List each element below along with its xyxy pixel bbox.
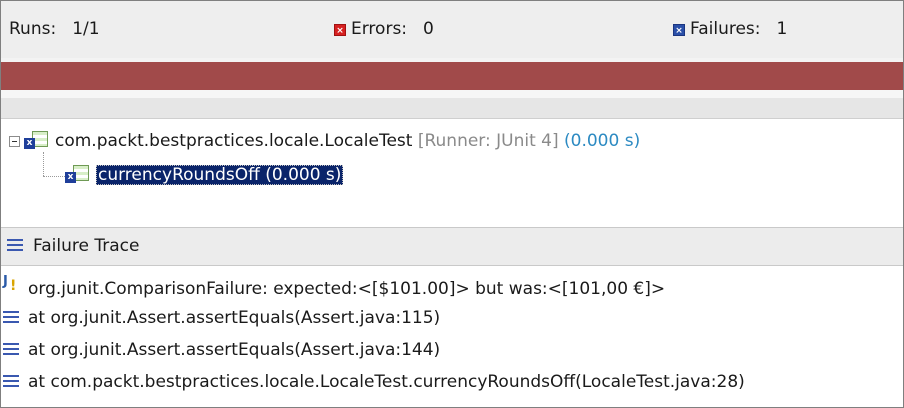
error-icon: × [334,24,346,36]
errors-value: 0 [423,19,434,39]
stack-lines-icon [3,310,19,324]
progress-bar [1,62,903,90]
test-case-icon [65,164,91,184]
runs-label: Runs: [9,19,57,39]
failure-trace-title: Failure Trace [33,236,140,256]
stack-lines-icon [7,238,23,252]
trace-line[interactable]: at org.junit.Assert.assertEquals(Assert.… [3,304,440,332]
trace-text: at org.junit.Assert.assertEquals(Assert.… [28,340,441,360]
suite-name: com.packt.bestpractices.locale.LocaleTes… [55,131,413,151]
tree-connector [43,152,44,176]
collapse-icon[interactable] [9,136,20,147]
failure-trace: org.junit.ComparisonFailure: expected:<[… [1,266,903,406]
suite-runner: [Runner: JUnit 4] [417,131,559,151]
trace-text: org.junit.ComparisonFailure: expected:<[… [28,279,666,299]
tree-connector [43,176,65,177]
tree-item-test[interactable]: currencyRoundsOff (0.000 s) [65,163,344,187]
counters-bar: Runs: 1/1 × Errors: 0 × Failures: 1 [1,1,903,58]
stack-lines-icon [3,374,19,388]
trace-line[interactable]: at org.junit.Assert.assertEquals(Assert.… [3,336,440,364]
test-tree: com.packt.bestpractices.locale.LocaleTes… [1,119,903,227]
runs-value: 1/1 [72,19,100,39]
junit-exception-icon [3,268,19,300]
trace-line[interactable]: org.junit.ComparisonFailure: expected:<[… [3,268,666,300]
test-name: currencyRoundsOff (0.000 s) [96,165,344,185]
tree-item-suite[interactable]: com.packt.bestpractices.locale.LocaleTes… [9,129,640,153]
trace-text: at com.packt.bestpractices.locale.Locale… [28,372,745,392]
failure-trace-header: Failure Trace [1,227,903,266]
progress-spacer [1,90,903,98]
errors-label: Errors: [351,19,408,39]
failure-icon: × [673,24,685,36]
suite-time: (0.000 s) [564,131,641,151]
failures-label: Failures: [690,19,761,39]
failures-value: 1 [776,19,788,39]
sash-separator[interactable] [1,98,903,119]
errors-counter: × Errors: 0 [334,19,434,39]
test-suite-icon [24,130,50,150]
trace-line[interactable]: at com.packt.bestpractices.locale.Locale… [3,368,745,396]
failures-counter: × Failures: 1 [673,19,787,39]
trace-text: at org.junit.Assert.assertEquals(Assert.… [28,308,441,328]
runs-counter: Runs: 1/1 [9,19,100,39]
stack-lines-icon [3,342,19,356]
